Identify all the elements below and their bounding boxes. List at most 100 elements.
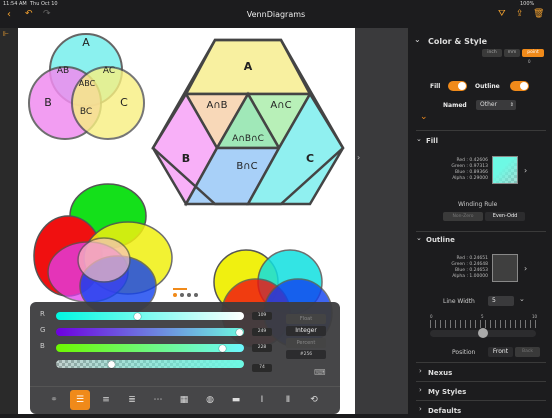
divider-4: [416, 381, 546, 382]
history-icon[interactable]: ⟲: [304, 390, 324, 410]
unit-mm[interactable]: mm: [504, 49, 520, 57]
my-styles-chevron-icon[interactable]: ›: [419, 386, 422, 394]
ruler-icon[interactable]: ⊩: [3, 30, 9, 38]
divider-5: [416, 400, 546, 401]
text-cursor-icon[interactable]: I: [252, 390, 272, 410]
position-front[interactable]: Front: [488, 347, 513, 357]
app-title: VennDiagrams: [246, 10, 306, 19]
outline-alpha: Alpha : 1.00000: [452, 274, 488, 279]
dash-tool-icon[interactable]: ⋯: [148, 390, 168, 410]
trash-icon[interactable]: 🗑: [533, 9, 544, 19]
ruler-min: 0: [430, 314, 433, 319]
venn-label-c: C: [120, 96, 128, 109]
venn-label-ac: AC: [103, 66, 115, 76]
select-arrows-icon: ⇕: [509, 102, 514, 108]
outline-values: Red : 0.24651 Green : 0.24648 Blue : 0.2…: [426, 256, 488, 280]
expand-chevron-icon[interactable]: ⌄: [420, 112, 428, 122]
defaults-chevron-icon[interactable]: ›: [419, 405, 422, 413]
venn-label-b: B: [44, 96, 52, 109]
align-tool-icon[interactable]: ≡: [96, 390, 116, 410]
fill-section-title: Fill: [426, 137, 438, 145]
outline-toggle-label: Outline: [475, 83, 500, 90]
link-tool-icon[interactable]: ⚭: [44, 390, 64, 410]
venn-diagram-five[interactable]: [33, 183, 173, 317]
value-alpha[interactable]: 74: [252, 364, 272, 372]
hex-field-value: #256: [299, 352, 313, 357]
color-picker[interactable]: R 109 G 249 B 228 74 Float Integer Perce…: [30, 302, 340, 414]
slider-alpha[interactable]: [56, 360, 244, 368]
line-width-value: 5: [492, 297, 496, 304]
fill-toggle[interactable]: [448, 81, 467, 91]
named-select[interactable]: Other ⇕: [476, 100, 516, 110]
winding-evenodd[interactable]: Even-Odd: [485, 212, 525, 221]
hex-label-c: C: [306, 152, 314, 165]
divider-3: [416, 362, 546, 363]
fill-swatch[interactable]: [492, 156, 518, 184]
line-width-slider[interactable]: [430, 328, 536, 338]
slider-blue[interactable]: [56, 344, 244, 352]
outline-swatch[interactable]: [492, 254, 518, 282]
slider-red-thumb[interactable]: [134, 312, 141, 320]
position-back[interactable]: Back: [515, 347, 540, 357]
status-battery: 100%: [520, 1, 535, 7]
pattern-tool-icon[interactable]: ▦: [174, 390, 194, 410]
line-width-label: Line Width: [443, 298, 475, 305]
winding-nonzero[interactable]: Non-Zero: [443, 212, 483, 221]
double-cursor-icon[interactable]: Ⅱ: [278, 390, 298, 410]
value-green[interactable]: 249: [252, 328, 272, 336]
fill-section-chevron-icon[interactable]: ⌄: [416, 135, 422, 143]
row-label-b: B: [40, 342, 45, 350]
shapes-icon[interactable]: ⛛: [498, 9, 506, 19]
venn-label-a: A: [82, 36, 90, 49]
unit-inch[interactable]: inch: [482, 49, 502, 57]
section-nexus[interactable]: Nexus: [428, 369, 452, 377]
venn-label-ab: AB: [57, 66, 69, 76]
fill-style-tool-icon[interactable]: ☰: [70, 390, 90, 410]
line-width-chevron-icon[interactable]: ⌄: [519, 295, 525, 303]
color-wheel-icon[interactable]: ◍: [200, 390, 220, 410]
line-width-field[interactable]: 5: [488, 296, 514, 306]
slider-alpha-thumb[interactable]: [108, 360, 115, 368]
slider-green-thumb[interactable]: [236, 328, 243, 336]
status-bar: 11:54 AM Thu Oct 10 100%: [0, 0, 552, 8]
inspector-panel: ⌄ Color & Style inch mm point 0 Fill Out…: [407, 28, 552, 415]
hex-label-b: B: [182, 152, 190, 165]
fill-swatch-chevron-icon[interactable]: ›: [524, 166, 527, 175]
page-indicator[interactable]: [173, 288, 198, 297]
slider-red[interactable]: [56, 312, 244, 320]
hex-label-anc: A∩C: [270, 100, 291, 111]
hex-label-a: A: [244, 60, 253, 73]
winding-rule-label: Winding Rule: [458, 201, 498, 208]
stroke-tool-icon[interactable]: ≣: [122, 390, 142, 410]
fill-toggle-label: Fill: [430, 83, 441, 90]
mode-percent[interactable]: Percent: [286, 338, 326, 348]
outline-swatch-chevron-icon[interactable]: ›: [524, 264, 527, 273]
slider-green[interactable]: [56, 328, 244, 336]
swatch-tool-icon[interactable]: ▬: [226, 390, 246, 410]
hex-label-anbnc: A∩B∩C: [232, 134, 264, 144]
status-time: 11:54 AM: [3, 1, 27, 7]
venn-label-bc: BC: [80, 107, 92, 117]
line-width-thumb[interactable]: [478, 328, 488, 338]
row-label-r: R: [40, 310, 45, 318]
canvas-gutter: ›: [355, 28, 407, 414]
collapse-chevron-icon[interactable]: ⌄: [414, 35, 421, 44]
outline-toggle[interactable]: [510, 81, 529, 91]
share-icon[interactable]: ⇪: [516, 9, 524, 19]
slider-blue-thumb[interactable]: [219, 344, 226, 352]
mode-float[interactable]: Float: [286, 314, 326, 324]
hex-field[interactable]: #256: [286, 350, 326, 359]
unit-point[interactable]: point: [522, 49, 544, 57]
nexus-chevron-icon[interactable]: ›: [419, 367, 422, 375]
section-my-styles[interactable]: My Styles: [428, 388, 466, 396]
panel-handle-icon[interactable]: ›: [357, 153, 360, 162]
outline-section-chevron-icon[interactable]: ⌄: [416, 234, 422, 242]
line-width-ruler[interactable]: [430, 320, 536, 328]
named-select-value: Other: [480, 101, 498, 108]
keyboard-icon[interactable]: ⌨: [314, 368, 326, 377]
status-date: Thu Oct 10: [30, 1, 58, 7]
unit-value: 0: [528, 59, 531, 64]
mode-integer[interactable]: Integer: [286, 326, 326, 336]
value-blue[interactable]: 228: [252, 344, 272, 352]
value-red[interactable]: 109: [252, 312, 272, 320]
